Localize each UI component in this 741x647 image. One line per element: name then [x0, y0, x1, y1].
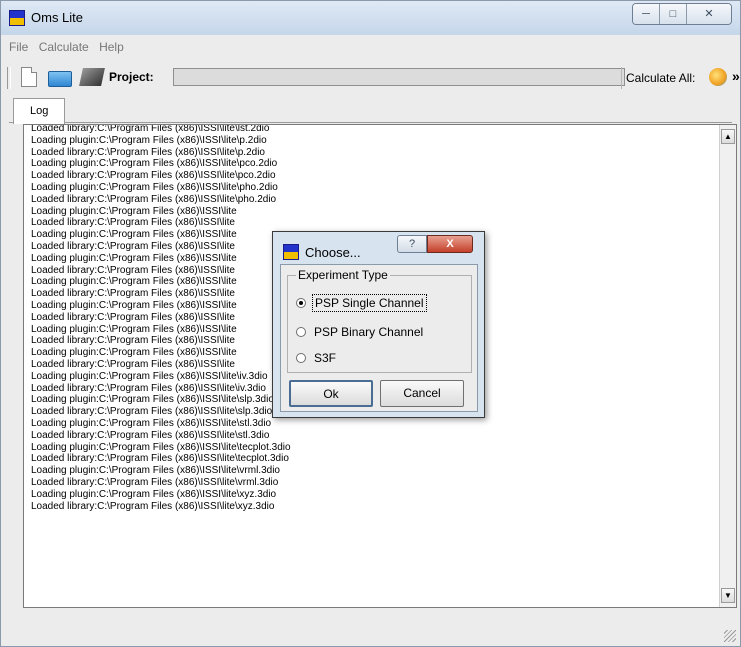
choose-dialog: Choose... ? X Experiment Type PSP Single… [272, 231, 485, 418]
status-bar [1, 613, 740, 646]
tab-divider [9, 122, 732, 123]
log-line: Loaded library:C:\Program Files (x86)\IS… [31, 335, 235, 347]
cancel-button[interactable]: Cancel [380, 380, 464, 407]
log-line: Loaded library:C:\Program Files (x86)\IS… [31, 217, 235, 229]
menu-calculate[interactable]: Calculate [39, 40, 89, 54]
project-input[interactable] [173, 68, 625, 86]
toolbar: Project: Calculate All: » [15, 65, 740, 91]
dialog-close-button[interactable]: X [427, 235, 473, 253]
log-line: Loading plugin:C:\Program Files (x86)\IS… [31, 441, 291, 453]
log-line: Loading plugin:C:\Program Files (x86)\IS… [31, 323, 237, 335]
log-line: Loading plugin:C:\Program Files (x86)\IS… [31, 158, 278, 170]
log-line: Loading plugin:C:\Program Files (x86)\IS… [31, 417, 272, 429]
radio-button[interactable] [296, 353, 306, 363]
menu-file[interactable]: File [9, 40, 28, 54]
radio-button[interactable] [296, 298, 306, 308]
log-line: Loading plugin:C:\Program Files (x86)\IS… [31, 276, 237, 288]
log-line: Loaded library:C:\Program Files (x86)\IS… [31, 500, 275, 512]
log-line: Loaded library:C:\Program Files (x86)\IS… [31, 170, 276, 182]
log-line: Loading plugin:C:\Program Files (x86)\IS… [31, 252, 237, 264]
toolbar-grip[interactable] [7, 67, 11, 89]
log-line: Loaded library:C:\Program Files (x86)\IS… [31, 288, 235, 300]
radio-label: S3F [314, 351, 337, 365]
scroll-down-icon[interactable]: ▼ [721, 588, 735, 603]
log-line: Loaded library:C:\Program Files (x86)\IS… [31, 358, 235, 370]
log-line: Loaded library:C:\Program Files (x86)\IS… [31, 264, 235, 276]
scroll-up-icon[interactable]: ▲ [721, 129, 735, 144]
tab-log-label: Log [30, 105, 49, 117]
menu-help[interactable]: Help [99, 40, 124, 54]
toolbar-separator [621, 67, 622, 89]
calculate-all-label: Calculate All: [626, 71, 696, 85]
log-line: Loaded library:C:\Program Files (x86)\IS… [31, 193, 277, 205]
title-bar[interactable]: Oms Lite ─ □ ✕ [1, 1, 740, 35]
log-line: Loaded library:C:\Program Files (x86)\IS… [31, 429, 270, 441]
log-line: Loading plugin:C:\Program Files (x86)\IS… [31, 229, 237, 241]
radio-psp-binary-channel[interactable]: PSP Binary Channel [296, 322, 425, 342]
log-line: Loading plugin:C:\Program Files (x86)\IS… [31, 394, 274, 406]
minimize-button[interactable]: ─ [633, 4, 660, 24]
log-line: Loaded library:C:\Program Files (x86)\IS… [31, 311, 235, 323]
log-line: Loaded library:C:\Program Files (x86)\IS… [31, 476, 279, 488]
menu-bar: File Calculate Help [9, 40, 131, 56]
log-line: Loading plugin:C:\Program Files (x86)\IS… [31, 181, 278, 193]
log-line: Loading plugin:C:\Program Files (x86)\IS… [31, 347, 237, 359]
log-line: Loaded library:C:\Program Files (x86)\IS… [31, 240, 235, 252]
radio-label: PSP Single Channel [312, 294, 427, 312]
log-line: Loaded library:C:\Program Files (x86)\IS… [31, 453, 289, 465]
log-line: Loaded library:C:\Program Files (x86)\IS… [31, 146, 265, 158]
tab-log[interactable]: Log [13, 98, 65, 124]
group-label: Experiment Type [296, 268, 390, 282]
open-folder-icon[interactable] [48, 71, 72, 87]
log-line: Loading plugin:C:\Program Files (x86)\IS… [31, 134, 267, 146]
experiment-type-group: Experiment Type PSP Single Channel PSP B… [287, 268, 472, 373]
calculate-all-icon[interactable] [709, 68, 727, 86]
new-file-icon[interactable] [21, 67, 37, 87]
radio-s3f[interactable]: S3F [296, 348, 338, 368]
log-line: Loaded library:C:\Program Files (x86)\IS… [31, 382, 266, 394]
dialog-help-button[interactable]: ? [397, 235, 427, 253]
caption-buttons: ─ □ ✕ [632, 3, 732, 25]
log-line: Loading plugin:C:\Program Files (x86)\IS… [31, 370, 268, 382]
radio-psp-single-channel[interactable]: PSP Single Channel [296, 293, 427, 313]
project-label: Project: [109, 70, 154, 84]
dialog-title: Choose... [305, 245, 361, 260]
log-line: Loaded library:C:\Program Files (x86)\IS… [31, 124, 270, 134]
maximize-button[interactable]: □ [660, 4, 687, 24]
resize-grip-icon[interactable] [724, 630, 736, 642]
log-line: Loading plugin:C:\Program Files (x86)\IS… [31, 465, 280, 477]
log-line: Loaded library:C:\Program Files (x86)\IS… [31, 406, 273, 418]
radio-label: PSP Binary Channel [314, 325, 424, 339]
radio-button[interactable] [296, 327, 306, 337]
log-lines: Loaded library:C:\Program Files (x86)\IS… [31, 124, 291, 512]
vertical-scrollbar[interactable]: ▲ ▼ [719, 125, 736, 607]
close-window-button[interactable]: ✕ [687, 4, 731, 24]
dialog-body: Experiment Type PSP Single Channel PSP B… [280, 264, 478, 412]
ok-button[interactable]: Ok [289, 380, 373, 407]
log-line: Loading plugin:C:\Program Files (x86)\IS… [31, 299, 237, 311]
window-title: Oms Lite [31, 10, 84, 25]
save-icon[interactable] [79, 68, 105, 86]
log-line: Loading plugin:C:\Program Files (x86)\IS… [31, 488, 277, 500]
toolbar-overflow-button[interactable]: » [732, 68, 740, 84]
log-line: Loading plugin:C:\Program Files (x86)\IS… [31, 205, 237, 217]
app-logo-icon [283, 244, 299, 260]
app-logo-icon [9, 10, 25, 26]
